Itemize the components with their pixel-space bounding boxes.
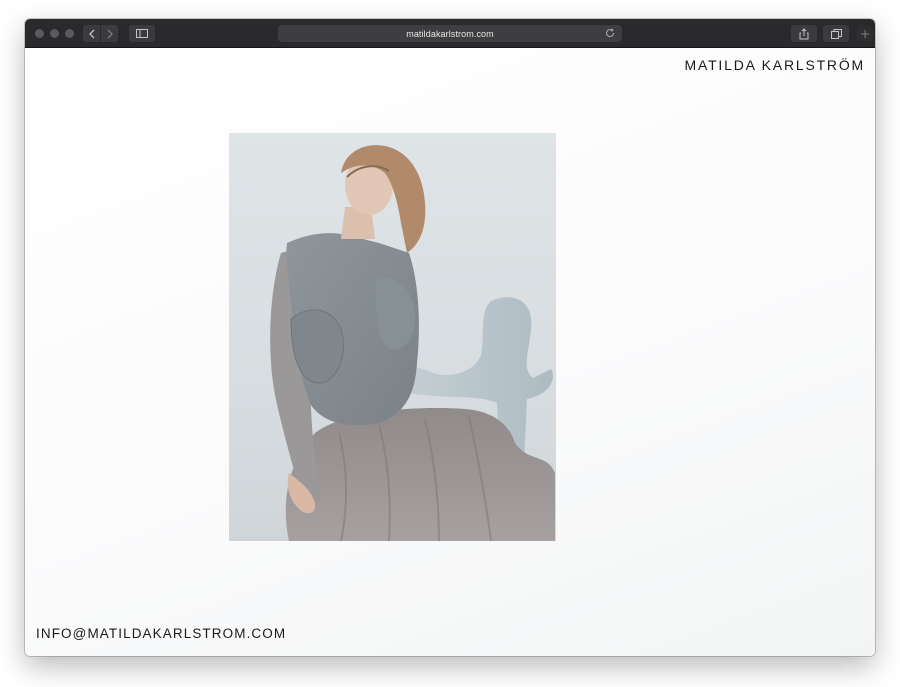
reload-icon[interactable] [604, 27, 616, 39]
tabs-overview-button[interactable] [823, 25, 849, 42]
back-button[interactable] [83, 25, 100, 42]
chevron-left-icon [88, 29, 94, 38]
browser-window: matildakarlstrom.com MATILDA KARLSTRÖM I… [25, 19, 875, 656]
site-title[interactable]: MATILDA KARLSTRÖM [685, 57, 865, 73]
sidebar-icon [136, 29, 148, 38]
forward-button[interactable] [101, 25, 118, 42]
share-icon [799, 27, 809, 39]
address-bar[interactable]: matildakarlstrom.com [278, 25, 622, 42]
share-button[interactable] [791, 25, 817, 42]
tabs-icon [830, 28, 842, 39]
plus-icon [861, 30, 869, 38]
hero-photo [229, 133, 556, 541]
contact-email-link[interactable]: INFO@MATILDAKARLSTROM.COM [36, 626, 286, 641]
chevron-right-icon [107, 29, 113, 38]
fashion-photo-illustration [270, 145, 555, 541]
minimize-window-button[interactable] [50, 29, 59, 38]
page-content: MATILDA KARLSTRÖM INFO@MATILDAKARLSTROM.… [25, 48, 875, 656]
browser-toolbar: matildakarlstrom.com [25, 19, 875, 48]
new-tab-button[interactable] [857, 27, 873, 41]
zoom-window-button[interactable] [65, 29, 74, 38]
sidebar-toggle-button[interactable] [129, 25, 155, 42]
address-bar-url: matildakarlstrom.com [406, 28, 494, 39]
close-window-button[interactable] [35, 29, 44, 38]
